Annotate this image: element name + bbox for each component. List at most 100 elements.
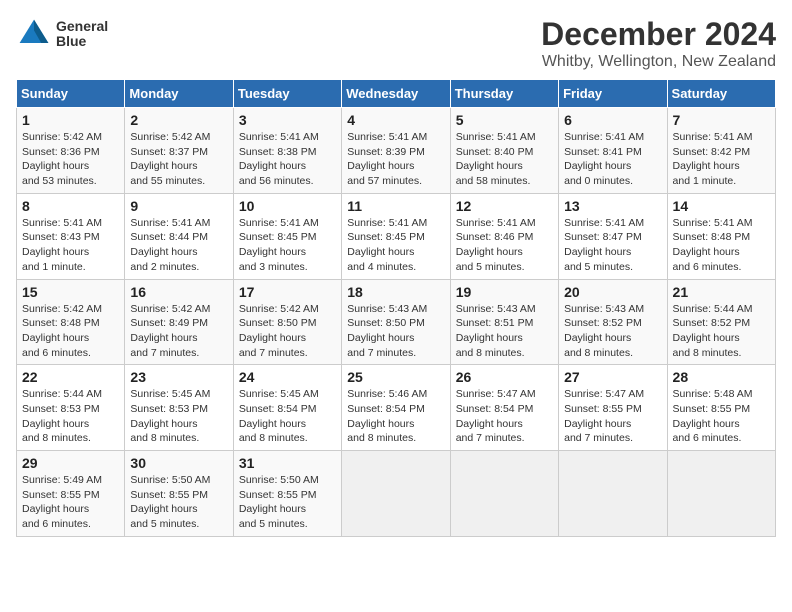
day-info: Sunrise: 5:41 AMSunset: 8:39 PMDaylight … xyxy=(347,130,444,189)
calendar-day-cell: 4 Sunrise: 5:41 AMSunset: 8:39 PMDaylight… xyxy=(342,108,450,194)
calendar-day-cell xyxy=(667,451,775,537)
title-block: December 2024 Whitby, Wellington, New Ze… xyxy=(541,16,776,71)
day-info: Sunrise: 5:50 AMSunset: 8:55 PMDaylight … xyxy=(130,473,227,532)
calendar-day-header: Friday xyxy=(559,80,667,108)
day-number: 14 xyxy=(673,198,770,214)
day-info: Sunrise: 5:46 AMSunset: 8:54 PMDaylight … xyxy=(347,387,444,446)
day-info: Sunrise: 5:43 AMSunset: 8:50 PMDaylight … xyxy=(347,302,444,361)
calendar-week-row: 29Sunrise: 5:49 AMSunset: 8:55 PMDayligh… xyxy=(17,451,776,537)
day-info: Sunrise: 5:45 AMSunset: 8:53 PMDaylight … xyxy=(130,387,227,446)
day-number: 22 xyxy=(22,369,119,385)
day-info: Sunrise: 5:41 AMSunset: 8:45 PMDaylight … xyxy=(239,216,336,275)
day-info: Sunrise: 5:41 AMSunset: 8:40 PMDaylight … xyxy=(456,130,553,189)
day-info: Sunrise: 5:42 AMSunset: 8:50 PMDaylight … xyxy=(239,302,336,361)
calendar-week-row: 15Sunrise: 5:42 AMSunset: 8:48 PMDayligh… xyxy=(17,279,776,365)
day-info: Sunrise: 5:42 AMSunset: 8:37 PMDaylight … xyxy=(130,130,227,189)
day-number: 28 xyxy=(673,369,770,385)
day-info: Sunrise: 5:41 AMSunset: 8:38 PMDaylight … xyxy=(239,130,336,189)
main-title: December 2024 xyxy=(541,16,776,53)
day-info: Sunrise: 5:44 AMSunset: 8:52 PMDaylight … xyxy=(673,302,770,361)
calendar-day-cell xyxy=(450,451,558,537)
day-info: Sunrise: 5:41 AMSunset: 8:47 PMDaylight … xyxy=(564,216,661,275)
calendar-day-cell: 5 Sunrise: 5:41 AMSunset: 8:40 PMDaylight… xyxy=(450,108,558,194)
day-number: 27 xyxy=(564,369,661,385)
day-info: Sunrise: 5:42 AMSunset: 8:49 PMDaylight … xyxy=(130,302,227,361)
day-number: 9 xyxy=(130,198,227,214)
day-number: 8 xyxy=(22,198,119,214)
calendar-day-cell: 25 Sunrise: 5:46 AMSunset: 8:54 PMDayligh… xyxy=(342,365,450,451)
calendar-day-cell: 13 Sunrise: 5:41 AMSunset: 8:47 PMDayligh… xyxy=(559,193,667,279)
calendar-day-cell: 14 Sunrise: 5:41 AMSunset: 8:48 PMDayligh… xyxy=(667,193,775,279)
calendar-day-cell: 3 Sunrise: 5:41 AMSunset: 8:38 PMDaylight… xyxy=(233,108,341,194)
calendar-day-cell: 7Sunrise: 5:41 AMSunset: 8:42 PMDaylight… xyxy=(667,108,775,194)
logo-text: General Blue xyxy=(56,19,108,50)
day-number: 20 xyxy=(564,284,661,300)
day-number: 24 xyxy=(239,369,336,385)
day-info: Sunrise: 5:41 AMSunset: 8:45 PMDaylight … xyxy=(347,216,444,275)
calendar-day-header: Wednesday xyxy=(342,80,450,108)
day-number: 13 xyxy=(564,198,661,214)
calendar-day-cell: 23 Sunrise: 5:45 AMSunset: 8:53 PMDayligh… xyxy=(125,365,233,451)
calendar-week-row: 22 Sunrise: 5:44 AMSunset: 8:53 PMDayligh… xyxy=(17,365,776,451)
day-number: 10 xyxy=(239,198,336,214)
day-number: 29 xyxy=(22,455,119,471)
calendar-day-cell: 31Sunrise: 5:50 AMSunset: 8:55 PMDayligh… xyxy=(233,451,341,537)
day-info: Sunrise: 5:47 AMSunset: 8:54 PMDaylight … xyxy=(456,387,553,446)
calendar-day-cell: 15Sunrise: 5:42 AMSunset: 8:48 PMDayligh… xyxy=(17,279,125,365)
calendar-day-cell: 24 Sunrise: 5:45 AMSunset: 8:54 PMDayligh… xyxy=(233,365,341,451)
logo: General Blue xyxy=(16,16,108,52)
day-number: 23 xyxy=(130,369,227,385)
day-number: 6 xyxy=(564,112,661,128)
calendar-day-cell: 10 Sunrise: 5:41 AMSunset: 8:45 PMDayligh… xyxy=(233,193,341,279)
page-header: General Blue December 2024 Whitby, Welli… xyxy=(16,16,776,71)
day-info: Sunrise: 5:44 AMSunset: 8:53 PMDaylight … xyxy=(22,387,119,446)
calendar-day-header: Thursday xyxy=(450,80,558,108)
day-number: 19 xyxy=(456,284,553,300)
day-info: Sunrise: 5:41 AMSunset: 8:41 PMDaylight … xyxy=(564,130,661,189)
day-number: 21 xyxy=(673,284,770,300)
day-number: 3 xyxy=(239,112,336,128)
day-number: 25 xyxy=(347,369,444,385)
calendar-day-cell: 19Sunrise: 5:43 AMSunset: 8:51 PMDayligh… xyxy=(450,279,558,365)
calendar-day-cell: 1 Sunrise: 5:42 AMSunset: 8:36 PMDaylight… xyxy=(17,108,125,194)
day-info: Sunrise: 5:48 AMSunset: 8:55 PMDaylight … xyxy=(673,387,770,446)
calendar-day-cell: 17 Sunrise: 5:42 AMSunset: 8:50 PMDayligh… xyxy=(233,279,341,365)
calendar-day-header: Tuesday xyxy=(233,80,341,108)
day-number: 11 xyxy=(347,198,444,214)
day-info: Sunrise: 5:41 AMSunset: 8:46 PMDaylight … xyxy=(456,216,553,275)
day-number: 2 xyxy=(130,112,227,128)
day-number: 17 xyxy=(239,284,336,300)
day-number: 4 xyxy=(347,112,444,128)
calendar-week-row: 8Sunrise: 5:41 AMSunset: 8:43 PMDaylight… xyxy=(17,193,776,279)
day-number: 16 xyxy=(130,284,227,300)
day-number: 7 xyxy=(673,112,770,128)
day-number: 1 xyxy=(22,112,119,128)
calendar-day-cell: 21 Sunrise: 5:44 AMSunset: 8:52 PMDayligh… xyxy=(667,279,775,365)
calendar-day-cell: 22 Sunrise: 5:44 AMSunset: 8:53 PMDayligh… xyxy=(17,365,125,451)
subtitle: Whitby, Wellington, New Zealand xyxy=(541,53,776,71)
day-info: Sunrise: 5:42 AMSunset: 8:36 PMDaylight … xyxy=(22,130,119,189)
calendar-day-cell: 9 Sunrise: 5:41 AMSunset: 8:44 PMDaylight… xyxy=(125,193,233,279)
calendar-day-header: Monday xyxy=(125,80,233,108)
calendar-header-row: SundayMondayTuesdayWednesdayThursdayFrid… xyxy=(17,80,776,108)
calendar-day-cell: 20 Sunrise: 5:43 AMSunset: 8:52 PMDayligh… xyxy=(559,279,667,365)
calendar-day-cell: 2 Sunrise: 5:42 AMSunset: 8:37 PMDaylight… xyxy=(125,108,233,194)
logo-icon xyxy=(16,16,52,52)
calendar-day-cell: 26Sunrise: 5:47 AMSunset: 8:54 PMDayligh… xyxy=(450,365,558,451)
calendar-day-cell: 11 Sunrise: 5:41 AMSunset: 8:45 PMDayligh… xyxy=(342,193,450,279)
day-info: Sunrise: 5:45 AMSunset: 8:54 PMDaylight … xyxy=(239,387,336,446)
day-number: 5 xyxy=(456,112,553,128)
day-info: Sunrise: 5:41 AMSunset: 8:44 PMDaylight … xyxy=(130,216,227,275)
day-number: 15 xyxy=(22,284,119,300)
day-info: Sunrise: 5:50 AMSunset: 8:55 PMDaylight … xyxy=(239,473,336,532)
calendar-day-cell: 27Sunrise: 5:47 AMSunset: 8:55 PMDayligh… xyxy=(559,365,667,451)
calendar-day-header: Saturday xyxy=(667,80,775,108)
day-info: Sunrise: 5:43 AMSunset: 8:52 PMDaylight … xyxy=(564,302,661,361)
calendar-day-cell: 6 Sunrise: 5:41 AMSunset: 8:41 PMDaylight… xyxy=(559,108,667,194)
day-number: 18 xyxy=(347,284,444,300)
day-info: Sunrise: 5:41 AMSunset: 8:48 PMDaylight … xyxy=(673,216,770,275)
calendar-day-cell: 18 Sunrise: 5:43 AMSunset: 8:50 PMDayligh… xyxy=(342,279,450,365)
calendar-day-cell xyxy=(342,451,450,537)
calendar-table: SundayMondayTuesdayWednesdayThursdayFrid… xyxy=(16,79,776,537)
calendar-day-cell xyxy=(559,451,667,537)
